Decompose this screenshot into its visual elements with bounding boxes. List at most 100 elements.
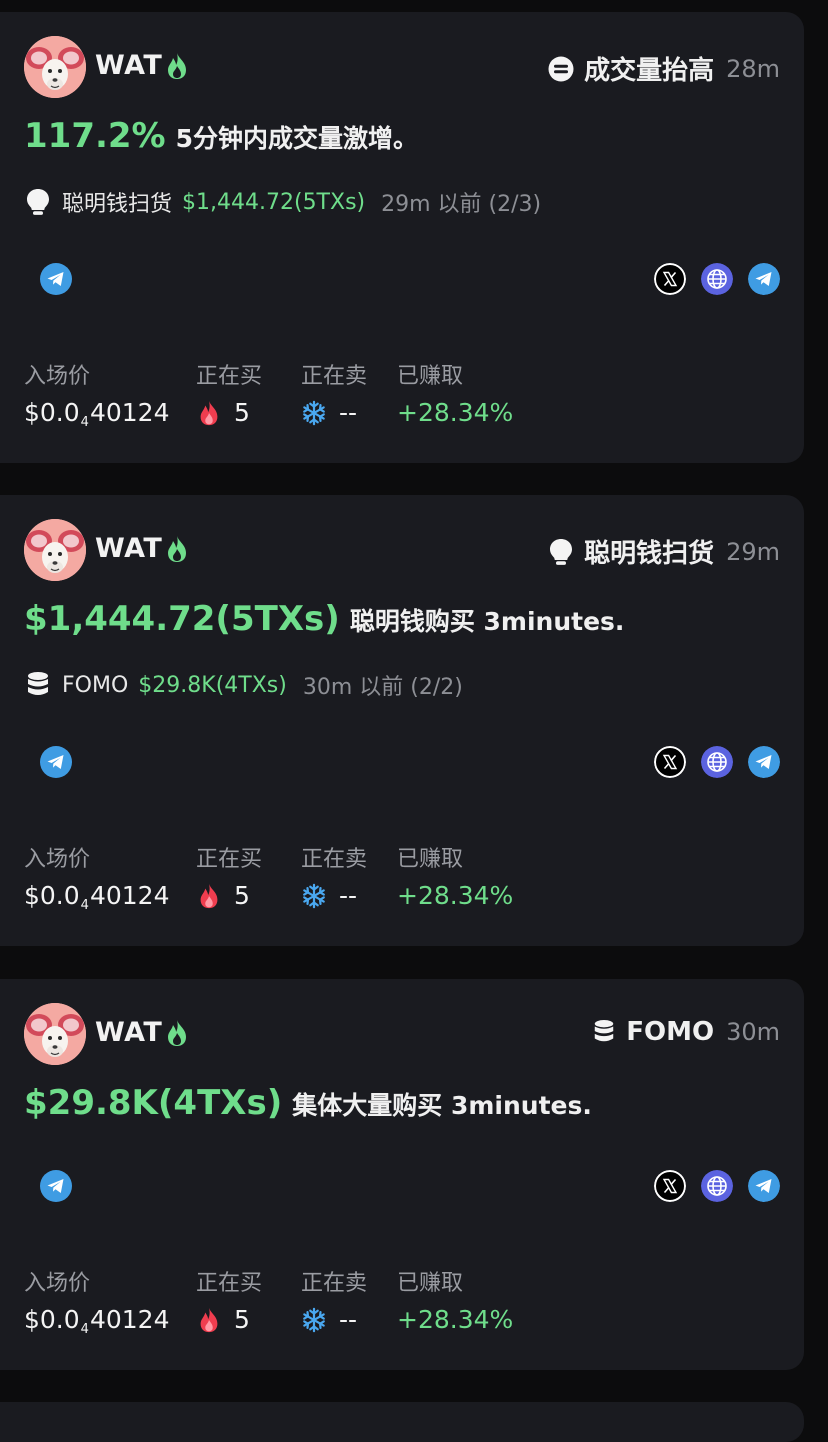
flame-icon — [196, 1306, 222, 1334]
selling-value: -- — [339, 398, 358, 427]
selling-value: -- — [339, 881, 358, 910]
selling-count: 正在卖 -- — [301, 1265, 367, 1334]
social-links — [654, 263, 780, 295]
buying-count: 正在买 5 — [196, 1265, 262, 1334]
earned: 已赚取 +28.34% — [397, 1265, 513, 1334]
x-logo-icon[interactable] — [654, 1170, 686, 1202]
signal-card[interactable]: WAT 成交量抬高 28m 117.2% 5分钟内成交量激增。 聪明钱扫货 $1… — [0, 12, 804, 463]
signal-tag-label: 成交量抬高 — [584, 56, 715, 86]
flame-icon — [164, 51, 190, 81]
earned-label: 已赚取 — [397, 364, 464, 389]
headline-value: $1,444.72(5TXs) — [24, 599, 340, 639]
buying-label: 正在买 — [196, 364, 263, 389]
snowflake-icon — [301, 399, 327, 427]
token-ticker[interactable]: WAT — [95, 533, 162, 564]
selling-label: 正在卖 — [301, 1271, 368, 1296]
earned-value: +28.34% — [397, 398, 514, 427]
card-header: WAT 聪明钱扫货 29m — [24, 519, 780, 581]
globe-icon[interactable] — [701, 263, 733, 295]
related-signal-time: 30m 以前 (2/2) — [302, 675, 463, 700]
telegram-icon[interactable] — [748, 746, 780, 778]
card-header: WAT 成交量抬高 28m — [24, 36, 780, 98]
selling-value: -- — [339, 1305, 358, 1334]
headline-text: 5分钟内成交量激增。 — [175, 124, 419, 153]
related-signal-time: 29m 以前 (2/3) — [381, 192, 542, 217]
globe-icon[interactable] — [701, 1170, 733, 1202]
signal-tag: FOMO 30m — [592, 1017, 780, 1047]
earned-label: 已赚取 — [397, 1271, 464, 1296]
social-links — [654, 1170, 780, 1202]
signal-tag-time: 30m — [726, 1018, 780, 1046]
social-links — [654, 746, 780, 778]
entry-price-value: $0.0 4 40124 — [24, 398, 170, 430]
selling-label: 正在卖 — [301, 364, 368, 389]
buying-value: 5 — [234, 1305, 250, 1334]
stats-row: 入场价 $0.0 4 40124 正在买 5 正在卖 -- 已赚取 +28.34% — [24, 358, 724, 430]
buying-value: 5 — [234, 398, 250, 427]
signal-headline: $29.8K(4TXs) 集体大量购买 3minutes. — [24, 1083, 592, 1123]
flame-icon — [196, 399, 222, 427]
headline-value: $29.8K(4TXs) — [24, 1083, 283, 1123]
token-ticker[interactable]: WAT — [95, 50, 162, 81]
flame-icon — [164, 534, 190, 564]
selling-label: 正在卖 — [301, 847, 368, 872]
lightbulb-icon — [548, 537, 574, 567]
earned-value: +28.34% — [397, 881, 514, 910]
volume-up-icon — [548, 56, 574, 82]
telegram-icon[interactable] — [748, 263, 780, 295]
headline-text: 集体大量购买 3minutes. — [292, 1091, 592, 1120]
entry-price-label: 入场价 — [24, 364, 91, 389]
signal-tag-label: 聪明钱扫货 — [584, 539, 715, 569]
related-signal[interactable]: FOMO $29.8K(4TXs) 30m 以前 (2/2) — [24, 669, 463, 701]
signal-card[interactable] — [0, 1402, 804, 1442]
earned-value: +28.34% — [397, 1305, 514, 1334]
entry-price-label: 入场价 — [24, 1271, 91, 1296]
globe-icon[interactable] — [701, 746, 733, 778]
database-icon — [592, 1017, 616, 1047]
snowflake-icon — [301, 1306, 327, 1334]
x-logo-icon[interactable] — [654, 263, 686, 295]
stats-row: 入场价 $0.0 4 40124 正在买 5 正在卖 -- 已赚取 +28.34% — [24, 841, 724, 913]
x-logo-icon[interactable] — [654, 746, 686, 778]
selling-count: 正在卖 -- — [301, 841, 367, 910]
signal-headline: $1,444.72(5TXs) 聪明钱购买 3minutes. — [24, 599, 624, 639]
entry-price: 入场价 $0.0 4 40124 — [24, 1265, 170, 1337]
card-header: WAT FOMO 30m — [24, 1003, 780, 1065]
telegram-icon[interactable] — [40, 263, 72, 295]
flame-icon — [164, 1018, 190, 1048]
token-avatar[interactable] — [24, 519, 86, 581]
entry-price-value: $0.0 4 40124 — [24, 881, 170, 913]
earned: 已赚取 +28.34% — [397, 358, 513, 427]
telegram-icon[interactable] — [748, 1170, 780, 1202]
related-signal[interactable]: 聪明钱扫货 $1,444.72(5TXs) 29m 以前 (2/3) — [24, 186, 541, 218]
buying-value: 5 — [234, 881, 250, 910]
signal-card[interactable]: WAT FOMO 30m $29.8K(4TXs) 集体大量购买 3minute… — [0, 979, 804, 1370]
entry-price-value: $0.0 4 40124 — [24, 1305, 170, 1337]
entry-price: 入场价 $0.0 4 40124 — [24, 358, 170, 430]
token-ticker[interactable]: WAT — [95, 1017, 162, 1048]
related-signal-label: FOMO — [62, 672, 129, 698]
entry-price: 入场价 $0.0 4 40124 — [24, 841, 170, 913]
earned-label: 已赚取 — [397, 847, 464, 872]
token-avatar[interactable] — [24, 36, 86, 98]
buying-count: 正在买 5 — [196, 358, 262, 427]
related-signal-amount: $29.8K(4TXs) — [138, 672, 287, 698]
signal-card[interactable]: WAT 聪明钱扫货 29m $1,444.72(5TXs) 聪明钱购买 3min… — [0, 495, 804, 946]
buying-count: 正在买 5 — [196, 841, 262, 910]
signal-tag-time: 28m — [726, 54, 780, 83]
lightbulb-icon — [24, 187, 52, 217]
stats-row: 入场价 $0.0 4 40124 正在买 5 正在卖 -- 已赚取 +28.34% — [24, 1265, 724, 1337]
related-signal-amount: $1,444.72(5TXs) — [182, 189, 366, 215]
token-avatar[interactable] — [24, 1003, 86, 1065]
headline-value: 117.2% — [24, 116, 166, 156]
selling-count: 正在卖 -- — [301, 358, 367, 427]
related-signal-label: 聪明钱扫货 — [62, 192, 173, 217]
buying-label: 正在买 — [196, 1271, 263, 1296]
signal-headline: 117.2% 5分钟内成交量激增。 — [24, 116, 418, 156]
database-icon — [24, 670, 52, 700]
signal-tag-label: FOMO — [626, 1017, 715, 1047]
buying-label: 正在买 — [196, 847, 263, 872]
telegram-icon[interactable] — [40, 1170, 72, 1202]
telegram-icon[interactable] — [40, 746, 72, 778]
signal-tag: 聪明钱扫货 29m — [548, 533, 780, 570]
